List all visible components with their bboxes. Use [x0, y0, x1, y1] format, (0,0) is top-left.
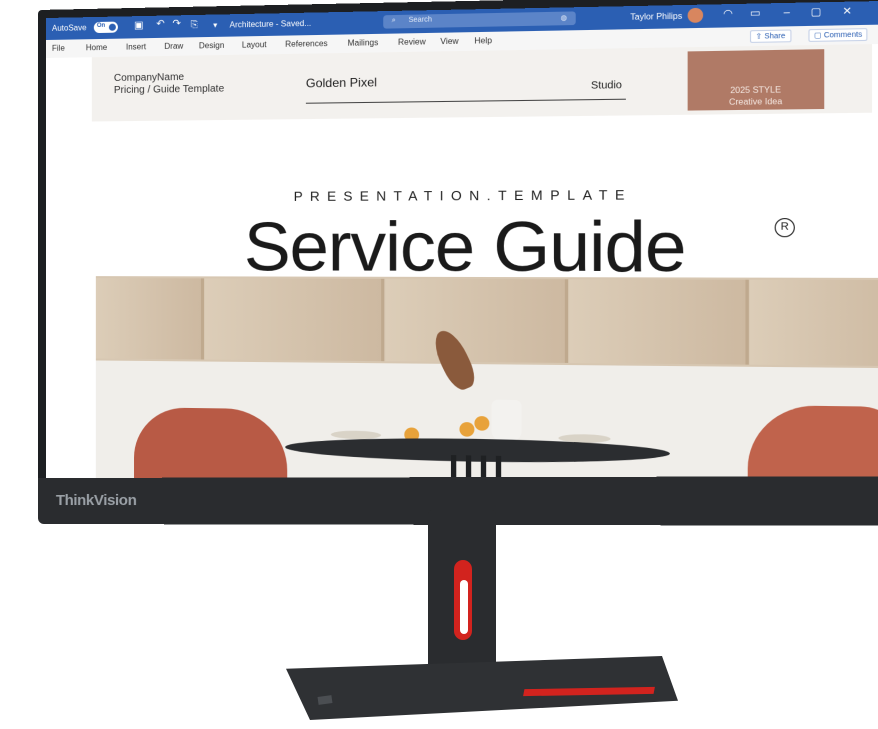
presentation-label: PRESENTATION.TEMPLATE: [293, 186, 633, 205]
comments-button[interactable]: ▢ Comments: [808, 28, 868, 42]
tab-review[interactable]: Review: [398, 37, 426, 47]
tab-insert[interactable]: Insert: [126, 42, 146, 51]
autosave-label: AutoSave: [51, 23, 87, 33]
style-line-2: Creative Idea: [728, 96, 783, 107]
comment-icon: ▢: [814, 32, 824, 40]
share-icon: ⇪: [755, 33, 765, 41]
tab-draw[interactable]: Draw: [164, 42, 183, 51]
tab-file[interactable]: File: [52, 44, 65, 53]
quick-access-dropdown-icon[interactable]: ▾: [213, 21, 217, 30]
style-badge: 2025 STYLE Creative Idea: [687, 49, 825, 111]
avatar[interactable]: [687, 7, 704, 23]
cable-hole-inner: [460, 580, 468, 634]
company-block: CompanyName Pricing / Guide Template: [114, 71, 224, 97]
vase: [491, 399, 522, 442]
search-icon: ⌕: [391, 17, 396, 25]
orange-fruit: [474, 416, 490, 431]
monitor-product-image: AutoSave On ▣ ↶ ↷ ⎘ ▾ Architecture - Sav…: [0, 0, 878, 729]
search-box[interactable]: Search ⌕ ◍: [383, 11, 576, 29]
brand-logo: ThinkVision: [55, 491, 137, 510]
header-divider: [305, 98, 626, 104]
save-icon[interactable]: ▣: [134, 20, 144, 31]
redo-icon[interactable]: ↷: [172, 18, 181, 29]
tab-design[interactable]: Design: [199, 41, 224, 51]
undo-icon[interactable]: ↶: [156, 19, 164, 30]
wall-panel: [95, 278, 204, 360]
microphone-icon[interactable]: ◍: [561, 14, 568, 22]
template-line: Pricing / Guide Template: [113, 83, 225, 97]
tab-home[interactable]: Home: [86, 43, 107, 52]
wood-wall: [95, 276, 878, 369]
minimize-button[interactable]: –: [784, 7, 790, 19]
document-canvas[interactable]: CompanyName Pricing / Guide Template Gol…: [46, 43, 878, 500]
wifi-icon[interactable]: ◠: [723, 8, 733, 20]
comments-label: Comments: [823, 31, 863, 40]
golden-pixel-text: Golden Pixel: [305, 75, 377, 91]
autosave-toggle[interactable]: On: [93, 21, 118, 34]
wall-panel: [385, 278, 569, 363]
wall-panel: [205, 278, 385, 362]
user-name: Taylor Philips: [630, 11, 683, 22]
tab-help[interactable]: Help: [474, 36, 492, 46]
tab-view[interactable]: View: [440, 37, 458, 47]
close-button[interactable]: ✕: [842, 6, 852, 18]
studio-text: Studio: [590, 79, 622, 92]
share-button[interactable]: ⇪ Share: [749, 29, 791, 43]
tab-mailings[interactable]: Mailings: [348, 38, 379, 48]
orange-fruit: [459, 422, 475, 437]
registered-mark-icon: R: [774, 218, 795, 238]
autosave-state: On: [96, 22, 106, 30]
monitor-screen: AutoSave On ▣ ↶ ↷ ⎘ ▾ Architecture - Sav…: [46, 0, 878, 500]
interior-photo: [95, 276, 878, 500]
wall-panel: [749, 279, 878, 367]
clipboard-icon[interactable]: ⎘: [191, 19, 198, 30]
search-placeholder: Search: [408, 16, 433, 25]
tab-references[interactable]: References: [285, 39, 327, 49]
doc-title: Architecture - Saved...: [229, 18, 312, 30]
wall-panel: [569, 279, 749, 365]
share-label: Share: [764, 32, 786, 41]
window-mode-icon[interactable]: ▭: [750, 8, 761, 20]
tab-layout[interactable]: Layout: [242, 40, 267, 50]
document-header: CompanyName Pricing / Guide Template Gol…: [91, 44, 873, 122]
maximize-button[interactable]: ▢: [811, 6, 822, 18]
toggle-knob-icon: [108, 23, 116, 31]
